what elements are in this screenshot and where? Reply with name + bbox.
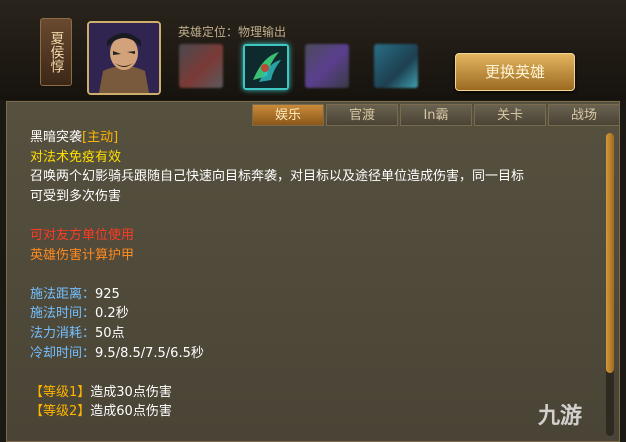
tab-stage[interactable]: 关卡 bbox=[474, 104, 546, 126]
tab-entertainment[interactable]: 娱乐 bbox=[252, 104, 324, 126]
level-row-2: 【等级2】造成60点伤害 bbox=[30, 402, 604, 422]
skill-1-icon[interactable] bbox=[179, 44, 223, 88]
tab-battlefield[interactable]: 战场 bbox=[548, 104, 620, 126]
skill-title-line: 黑暗突袭[主动] bbox=[30, 128, 604, 148]
skill-armor-note: 英雄伤害计算护甲 bbox=[30, 247, 135, 263]
stat-value: 925 bbox=[95, 286, 120, 302]
hero-role-label: 英雄定位：物理输出 bbox=[178, 25, 287, 39]
skill-2-art bbox=[245, 46, 287, 88]
hero-portrait[interactable] bbox=[87, 21, 161, 95]
hero-portrait-image bbox=[89, 23, 159, 93]
skill-ally-note: 可对友方单位使用 bbox=[30, 227, 135, 243]
hero-name-badge[interactable]: 夏侯惇 bbox=[40, 18, 72, 86]
mode-tabs: 娱乐 官渡 In霸 关卡 战场 bbox=[252, 104, 620, 126]
stat-value: 9.5/8.5/7.5/6.5秒 bbox=[95, 345, 204, 361]
level-row-1: 【等级1】造成30点伤害 bbox=[30, 383, 604, 403]
tab-guandu[interactable]: 官渡 bbox=[326, 104, 398, 126]
level-label: 【等级2】 bbox=[30, 404, 91, 420]
stat-label: 施法时间： bbox=[30, 306, 96, 322]
stat-row-cast-time: 施法时间：0.2秒 bbox=[30, 304, 604, 324]
skill-3-icon[interactable] bbox=[305, 44, 349, 88]
stat-label: 冷却时间： bbox=[30, 345, 96, 361]
skill-desc-line-1: 召唤两个幻影骑兵跟随自己快速向目标奔袭，对目标以及途径单位造成伤害，同一目标 bbox=[30, 169, 525, 185]
stat-row-mana: 法力消耗：50点 bbox=[30, 324, 604, 344]
level-text: 造成60点伤害 bbox=[90, 404, 172, 420]
skill-desc-line-2: 可受到多次伤害 bbox=[30, 188, 122, 204]
skill-immune-note: 对法术免疫有效 bbox=[30, 149, 122, 165]
stat-row-cooldown: 冷却时间：9.5/8.5/7.5/6.5秒 bbox=[30, 344, 604, 364]
stat-label: 施法距离： bbox=[30, 286, 96, 302]
stat-value: 0.2秒 bbox=[95, 306, 129, 322]
skill-type: [主动] bbox=[82, 130, 119, 145]
skill-2-icon[interactable] bbox=[243, 44, 289, 90]
skill-4-icon[interactable] bbox=[374, 44, 418, 88]
tab-inba[interactable]: In霸 bbox=[400, 104, 472, 126]
skill-description: 黑暗突袭[主动] 对法术免疫有效 召唤两个幻影骑兵跟随自己快速向目标奔袭，对目标… bbox=[30, 128, 604, 422]
stat-label: 法力消耗： bbox=[30, 325, 96, 341]
stat-row-range: 施法距离：925 bbox=[30, 285, 604, 305]
stat-value: 50点 bbox=[95, 325, 125, 341]
swap-hero-button[interactable]: 更换英雄 bbox=[455, 53, 575, 91]
watermark: 九游 bbox=[538, 404, 583, 429]
skill-name: 黑暗突袭 bbox=[30, 130, 83, 145]
scrollbar-thumb[interactable] bbox=[606, 133, 614, 373]
level-label: 【等级1】 bbox=[30, 384, 91, 400]
level-text: 造成30点伤害 bbox=[90, 384, 172, 400]
